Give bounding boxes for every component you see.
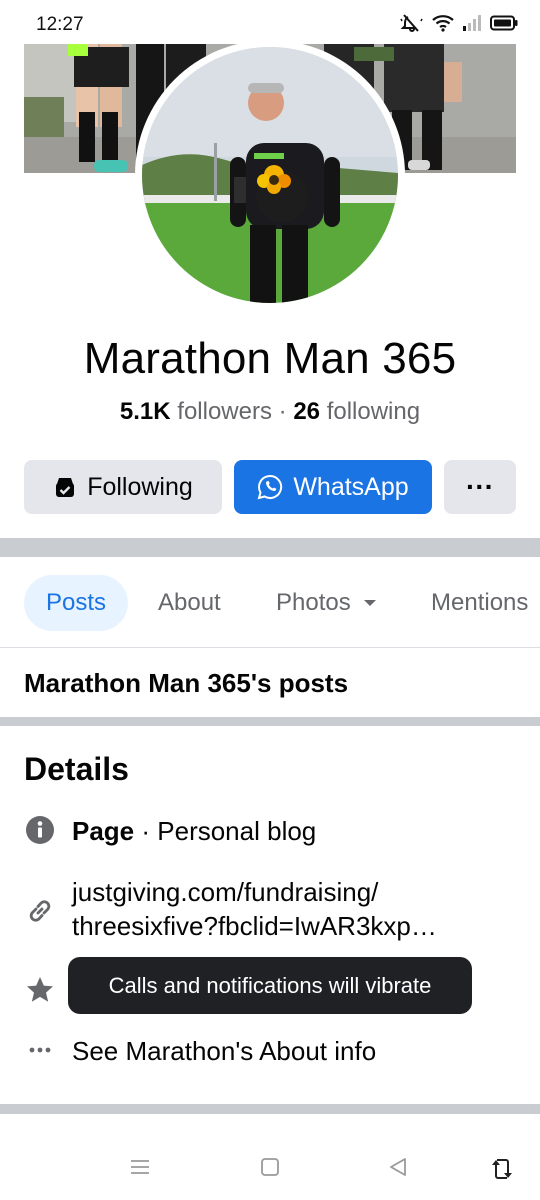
more-icon — [24, 1034, 56, 1066]
following-count[interactable]: 26 — [293, 398, 320, 425]
whatsapp-label: WhatsApp — [293, 472, 409, 501]
link-icon — [24, 895, 56, 927]
page-title: Marathon Man 365 — [83, 334, 457, 383]
following-button[interactable]: Following — [24, 460, 222, 514]
profile-picture[interactable] — [135, 40, 405, 310]
about-link[interactable]: See Marathon's About info — [72, 1034, 376, 1068]
home-button[interactable] — [258, 1156, 282, 1183]
menu-button[interactable] — [128, 1156, 152, 1183]
more-label: ··· — [466, 471, 494, 502]
details-divider — [0, 1104, 540, 1114]
rating-row — [24, 974, 56, 1006]
category-label: Page — [72, 816, 135, 846]
tab-mentions[interactable]: Mentions — [431, 575, 528, 631]
more-options-button[interactable]: ··· — [444, 460, 516, 514]
info-icon — [24, 814, 56, 846]
tab-posts[interactable]: Posts — [24, 575, 128, 631]
status-time: 12:27 — [36, 14, 84, 35]
category-sep: · — [134, 816, 158, 846]
status-icons — [400, 13, 518, 38]
back-button[interactable] — [386, 1156, 410, 1183]
followers-label[interactable]: followers — [177, 398, 272, 425]
avatar — [142, 47, 398, 303]
status-bar: 12:27 — [0, 0, 540, 44]
tab-about[interactable]: About — [158, 575, 221, 631]
back-icon — [386, 1156, 410, 1183]
posts-divider — [0, 717, 540, 726]
whatsapp-icon — [257, 474, 283, 500]
website-line-2: threesixfive?fbclid=IwAR3kxp… — [72, 911, 437, 941]
followers-count[interactable]: 5.1K — [120, 398, 171, 425]
whatsapp-button[interactable]: WhatsApp — [234, 460, 432, 514]
section-divider — [0, 538, 540, 557]
toast-notification: Calls and notifications will vibrate — [68, 957, 472, 1014]
category-value: Personal blog — [157, 816, 317, 846]
posts-heading: Marathon Man 365's posts — [24, 668, 349, 698]
battery-icon — [490, 15, 518, 36]
details-title: Details — [24, 751, 129, 787]
rotate-icon — [490, 1156, 514, 1187]
tab-photos[interactable]: Photos — [276, 575, 377, 631]
follow-counts: 5.1K followers · 26 following — [0, 398, 540, 426]
chevron-down-icon — [363, 598, 377, 608]
menu-icon — [128, 1156, 152, 1183]
category-text: Page · Personal blog — [72, 814, 316, 848]
profile-tabs: Posts About Photos Mentions — [0, 575, 540, 631]
category-row: Page · Personal blog — [24, 814, 316, 848]
tabs-divider — [0, 647, 540, 648]
following-label[interactable]: following — [327, 398, 420, 425]
star-icon — [24, 974, 56, 1006]
website-line-1: justgiving.com/fundraising/ — [72, 877, 379, 907]
system-nav-bar — [0, 1114, 540, 1200]
signal-icon — [462, 14, 482, 37]
website-row[interactable]: justgiving.com/fundraising/ threesixfive… — [24, 875, 437, 943]
home-icon — [258, 1156, 282, 1183]
wifi-icon — [432, 14, 454, 37]
about-row[interactable]: See Marathon's About info — [24, 1034, 376, 1068]
following-label-text: Following — [87, 472, 193, 501]
rotate-button[interactable] — [490, 1156, 514, 1187]
follow-separator: · — [271, 398, 294, 425]
website-link[interactable]: justgiving.com/fundraising/ threesixfive… — [72, 875, 437, 943]
mute-icon — [400, 13, 424, 38]
following-check-icon — [53, 475, 77, 499]
